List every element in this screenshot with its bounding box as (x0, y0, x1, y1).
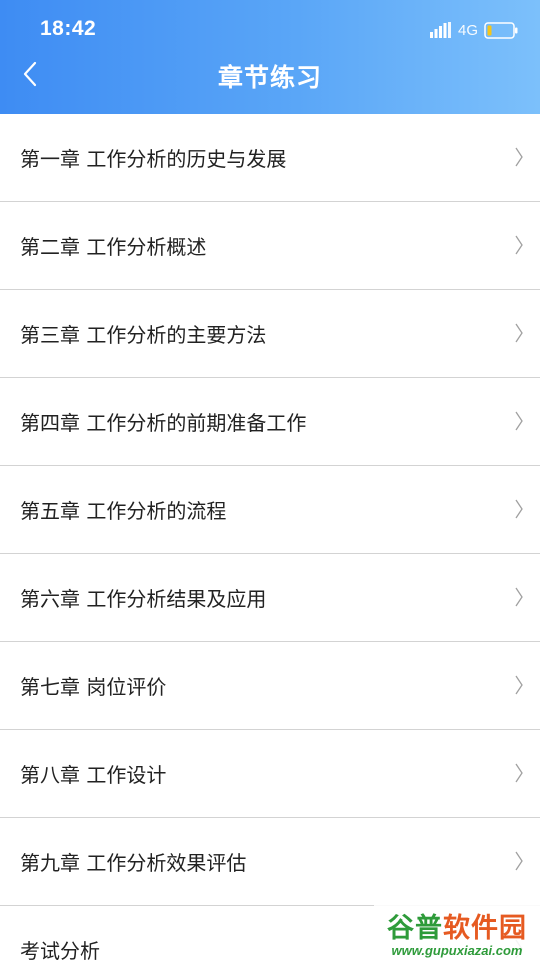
list-item-chapter-6[interactable]: 第六章 工作分析结果及应用 (0, 554, 540, 642)
list-item-label: 第七章 岗位评价 (20, 675, 167, 699)
site-watermark: 谷普软件园 www.gupuxiazai.com (374, 903, 540, 960)
chapter-list: 第一章 工作分析的历史与发展 第二章 工作分析概述 第三章 工作分析的主要方法 … (0, 114, 540, 960)
chevron-right-icon (515, 499, 523, 519)
chevron-right-icon (515, 235, 523, 255)
chevron-right-icon (515, 411, 523, 431)
list-item-label: 第五章 工作分析的流程 (20, 499, 227, 523)
list-item-label: 第四章 工作分析的前期准备工作 (20, 411, 307, 435)
list-item-chapter-2[interactable]: 第二章 工作分析概述 (0, 202, 540, 290)
watermark-logo: 谷普软件园 (387, 906, 527, 945)
list-item-chapter-9[interactable]: 第九章 工作分析效果评估 (0, 818, 540, 906)
list-item-label: 第一章 工作分析的历史与发展 (20, 147, 287, 171)
chevron-right-icon (515, 851, 523, 871)
battery-icon (484, 21, 518, 39)
signal-icon (429, 22, 451, 38)
status-time: 18:42 (40, 17, 97, 40)
list-item-chapter-3[interactable]: 第三章 工作分析的主要方法 (0, 290, 540, 378)
list-item-label: 考试分析 (20, 939, 100, 960)
status-icons: 4G (429, 20, 518, 40)
list-item-chapter-4[interactable]: 第四章 工作分析的前期准备工作 (0, 378, 540, 466)
list-item-chapter-7[interactable]: 第七章 岗位评价 (0, 642, 540, 730)
watermark-logo-part1: 谷普 (387, 912, 443, 944)
chevron-right-icon (515, 675, 523, 695)
chevron-right-icon (515, 763, 523, 783)
list-item-chapter-1[interactable]: 第一章 工作分析的历史与发展 (0, 114, 540, 202)
list-item-label: 第二章 工作分析概述 (20, 235, 207, 259)
watermark-logo-part2: 软件园 (443, 912, 527, 944)
list-item-chapter-8[interactable]: 第八章 工作设计 (0, 730, 540, 818)
list-item-label: 第八章 工作设计 (20, 763, 167, 787)
app-header: 18:42 4G 章节练习 (0, 0, 540, 114)
list-item-label: 第九章 工作分析效果评估 (20, 851, 247, 875)
watermark-url: www.gupuxiazai.com (391, 942, 523, 958)
network-label: 4G (457, 21, 478, 39)
list-item-chapter-5[interactable]: 第五章 工作分析的流程 (0, 466, 540, 554)
chevron-right-icon (515, 323, 523, 343)
nav-bar: 章节练习 (0, 48, 540, 102)
chevron-right-icon (515, 147, 523, 167)
chevron-right-icon (515, 587, 523, 607)
list-item-label: 第六章 工作分析结果及应用 (20, 587, 267, 611)
page-title: 章节练习 (217, 63, 322, 92)
list-item-label: 第三章 工作分析的主要方法 (20, 323, 267, 347)
